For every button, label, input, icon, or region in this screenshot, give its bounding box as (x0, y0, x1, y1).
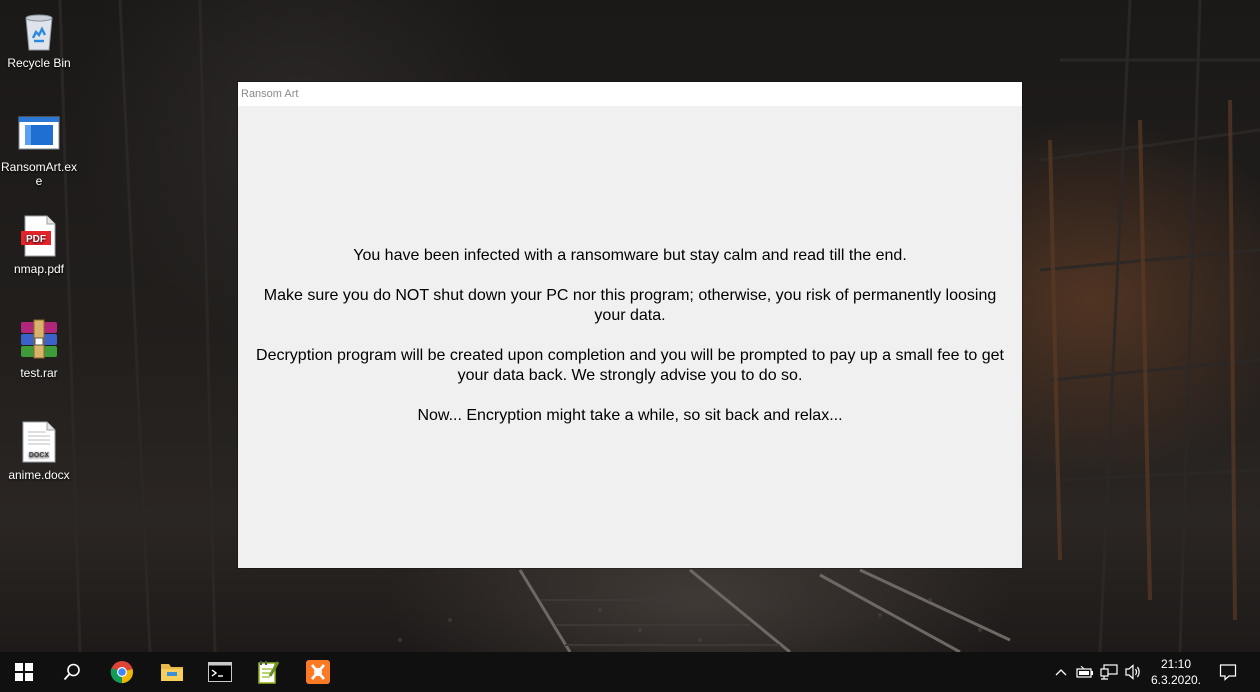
desktop-icon-ransomart-exe[interactable]: RansomArt.exe (0, 112, 78, 188)
window-title: Ransom Art (241, 88, 299, 100)
window-titlebar[interactable]: Ransom Art (238, 82, 1022, 106)
docx-file-icon: DOCX (17, 420, 61, 464)
taskbar: 21:10 6.3.2020. (0, 652, 1260, 692)
desktop-icon-label: anime.docx (8, 468, 70, 482)
notification-icon (1219, 664, 1237, 681)
command-prompt-icon (208, 662, 232, 682)
desktop-icon-recycle-bin[interactable]: Recycle Bin (0, 8, 78, 70)
taskbar-clock[interactable]: 21:10 6.3.2020. (1146, 656, 1206, 688)
battery-icon (1076, 666, 1093, 678)
desktop-icon-nmap-pdf[interactable]: PDF nmap.pdf (0, 214, 78, 276)
start-button[interactable] (0, 652, 48, 692)
desktop-icon-label: Recycle Bin (7, 56, 71, 70)
tray-show-hidden[interactable] (1050, 652, 1072, 692)
ransom-message-decryption: Decryption program will be created upon … (256, 347, 1004, 384)
action-center-button[interactable] (1214, 652, 1242, 692)
taskbar-file-explorer[interactable] (148, 652, 196, 692)
desktop-icon-label: nmap.pdf (13, 262, 65, 276)
ransom-message-warning: Make sure you do NOT shut down your PC n… (263, 287, 997, 324)
tray-network[interactable] (1098, 652, 1120, 692)
volume-icon (1125, 664, 1140, 680)
search-icon (63, 663, 80, 681)
taskbar-command-prompt[interactable] (196, 652, 244, 692)
ransom-message-relax: Now... Encryption might take a while, so… (417, 407, 843, 424)
desktop-icon-test-rar[interactable]: test.rar (0, 318, 78, 380)
network-icon (1100, 664, 1118, 680)
taskbar-xampp[interactable] (294, 652, 342, 692)
taskbar-chrome[interactable] (98, 652, 146, 692)
desktop-icon-anime-docx[interactable]: DOCX anime.docx (0, 420, 78, 482)
svg-text:PDF: PDF (26, 234, 46, 245)
rar-archive-icon (17, 318, 61, 362)
file-explorer-icon (161, 664, 183, 681)
ransom-art-window: Ransom Art You have been infected with a… (238, 82, 1022, 568)
pdf-file-icon: PDF (17, 214, 61, 258)
start-icon (15, 663, 33, 681)
search-button[interactable] (48, 652, 96, 692)
recycle-bin-icon (17, 8, 61, 52)
svg-text:DOCX: DOCX (29, 452, 50, 459)
tray-battery[interactable] (1074, 652, 1096, 692)
chevron-up-icon (1055, 669, 1067, 676)
tray-volume[interactable] (1122, 652, 1144, 692)
taskbar-notepad-plus-plus[interactable] (244, 652, 292, 692)
application-window-icon (17, 112, 61, 156)
chrome-icon (110, 661, 133, 684)
notepad-plus-plus-icon (258, 661, 280, 684)
ransom-message-infected: You have been infected with a ransomware… (353, 247, 907, 264)
clock-time: 21:10 (1160, 657, 1192, 671)
desktop-icon-label: RansomArt.exe (0, 160, 78, 188)
clock-date: 6.3.2020. (1150, 673, 1202, 687)
xampp-icon (306, 660, 330, 684)
desktop-icon-label: test.rar (20, 366, 58, 380)
